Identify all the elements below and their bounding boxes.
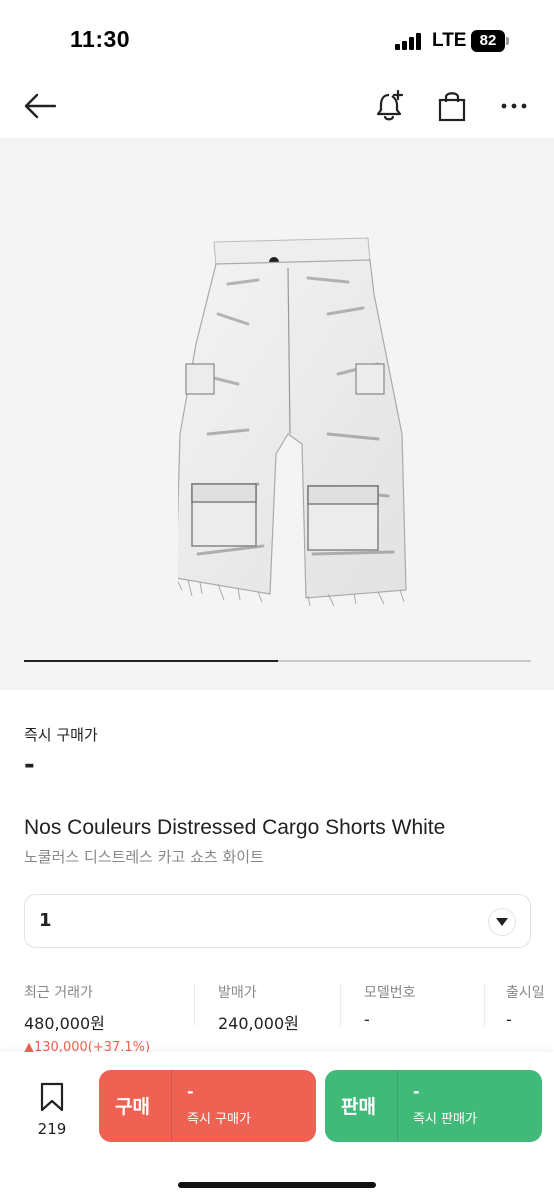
more-button[interactable] bbox=[494, 86, 534, 126]
product-title-ko: 노쿨러스 디스트레스 카고 쇼츠 화이트 bbox=[24, 848, 264, 866]
signal-icon bbox=[395, 33, 421, 50]
wishlist-button[interactable]: 219 bbox=[30, 1082, 74, 1138]
chevron-down-icon bbox=[488, 908, 516, 936]
back-arrow-icon bbox=[24, 93, 57, 119]
bookmark-icon bbox=[40, 1082, 64, 1112]
buy-sublabel: 즉시 구매가 bbox=[187, 1112, 251, 1127]
battery-icon: 82 bbox=[471, 30, 505, 52]
home-indicator bbox=[178, 1182, 376, 1188]
gallery-progress-track bbox=[24, 660, 531, 662]
stat-value: 240,000원 bbox=[218, 1014, 299, 1033]
sell-sublabel: 즉시 판매가 bbox=[413, 1112, 477, 1127]
instant-buy-price: - bbox=[24, 750, 35, 780]
status-time: 11:30 bbox=[70, 26, 131, 52]
top-navigation bbox=[0, 80, 554, 136]
alert-button[interactable] bbox=[370, 86, 410, 126]
stat-label: 최근 거래가 bbox=[24, 985, 93, 1001]
shopping-bag-icon bbox=[438, 92, 466, 122]
stat-model-number: 모델번호 - bbox=[364, 982, 416, 1052]
size-select-value: 1 bbox=[39, 910, 52, 931]
divider bbox=[397, 1070, 398, 1142]
sell-button[interactable]: 판매 - 즉시 판매가 bbox=[325, 1070, 542, 1142]
battery-tip bbox=[506, 37, 509, 45]
stat-value: - bbox=[364, 1010, 370, 1029]
stat-value: - bbox=[506, 1010, 512, 1029]
divider bbox=[194, 984, 195, 1026]
product-title-en: Nos Couleurs Distressed Cargo Shorts Whi… bbox=[24, 816, 446, 839]
sell-label: 판매 bbox=[341, 1096, 376, 1118]
back-button[interactable] bbox=[20, 86, 60, 126]
sell-price: - bbox=[413, 1082, 420, 1101]
stat-release-price: 발매가 240,000원 bbox=[218, 982, 299, 1052]
bottom-action-bar: 219 구매 - 즉시 구매가 판매 - 즉시 판매가 bbox=[0, 1052, 554, 1200]
stat-change: ▲130,000(+37.1%) bbox=[24, 1040, 151, 1052]
buy-button[interactable]: 구매 - 즉시 구매가 bbox=[99, 1070, 316, 1142]
status-bar: 11:30 LTE 82 bbox=[0, 0, 554, 80]
stat-label: 모델번호 bbox=[364, 985, 416, 1001]
stat-recent-price: 최근 거래가 480,000원 ▲130,000(+37.1%) bbox=[24, 982, 150, 1052]
more-icon bbox=[501, 103, 527, 109]
product-image bbox=[178, 237, 407, 606]
bell-plus-icon bbox=[376, 89, 404, 121]
divider bbox=[484, 984, 485, 1026]
gallery-progress-fill bbox=[24, 660, 278, 662]
wishlist-count: 219 bbox=[37, 1120, 67, 1138]
stat-label: 출시일 bbox=[506, 985, 545, 1001]
divider bbox=[340, 984, 341, 1026]
trade-stats: 최근 거래가 480,000원 ▲130,000(+37.1%) 발매가 240… bbox=[0, 982, 554, 1052]
cart-button[interactable] bbox=[432, 86, 472, 126]
stat-release-date: 출시일 - bbox=[506, 982, 545, 1052]
buy-price: - bbox=[187, 1082, 194, 1101]
divider bbox=[171, 1070, 172, 1142]
stat-label: 발매가 bbox=[218, 985, 257, 1001]
stat-value: 480,000원 bbox=[24, 1014, 105, 1033]
buy-label: 구매 bbox=[115, 1096, 150, 1118]
instant-buy-label: 즉시 구매가 bbox=[24, 726, 98, 744]
size-select[interactable]: 1 bbox=[24, 894, 531, 948]
network-label: LTE bbox=[432, 30, 467, 51]
product-image-gallery[interactable] bbox=[0, 138, 554, 690]
